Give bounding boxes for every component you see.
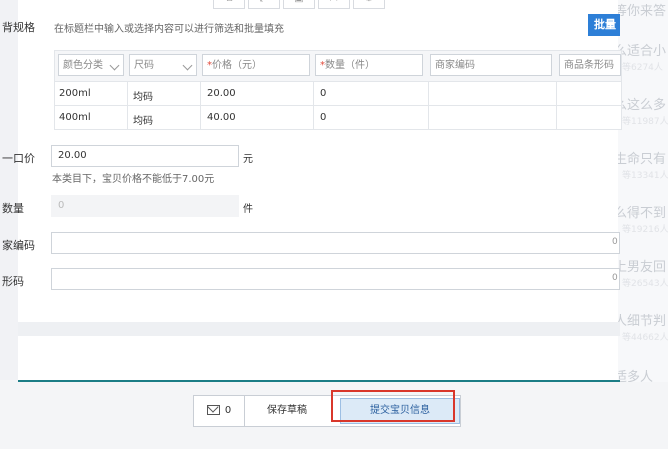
sku-price-cell[interactable]: 20.00 bbox=[207, 88, 236, 99]
background-question: 上男友回 bbox=[614, 260, 667, 275]
size-filter-label: 尺码 bbox=[134, 60, 154, 71]
save-icon[interactable]: ▣ bbox=[283, 0, 315, 9]
message-button[interactable]: 0 bbox=[194, 396, 244, 426]
barcode-batch-input[interactable]: 商品条形码 bbox=[559, 54, 621, 76]
color-filter-label: 颜色分类 bbox=[63, 60, 103, 71]
background-title: 等你来答 bbox=[614, 4, 667, 19]
sku-color-cell: 400ml bbox=[59, 112, 91, 123]
color-filter-select[interactable]: 颜色分类 bbox=[58, 54, 124, 76]
editor-toolbar: ⧉ ⤢ ▣ ⇱ ⚙ bbox=[213, 0, 388, 10]
price-column-label: 价格（元） bbox=[212, 60, 262, 71]
save-draft-button[interactable]: 保存草稿 bbox=[245, 396, 329, 426]
quantity-column-label: 数量（件） bbox=[325, 60, 375, 71]
quantity-unit: 件 bbox=[243, 204, 253, 215]
sales-spec-label: 背规格 bbox=[2, 21, 35, 34]
price-unit: 元 bbox=[243, 154, 253, 165]
price-batch-input[interactable]: *价格（元） bbox=[202, 54, 310, 76]
chevron-down-icon bbox=[182, 60, 193, 71]
merchant-code-label: 家编码 bbox=[2, 239, 35, 252]
submit-item-button[interactable]: 提交宝贝信息 bbox=[340, 398, 460, 424]
size-filter-select[interactable]: 尺码 bbox=[129, 54, 197, 76]
barcode-column-label: 商品条形码 bbox=[564, 60, 614, 71]
background-question: 生命只有 bbox=[614, 152, 667, 167]
merchant-code-batch-input[interactable]: 商家编码 bbox=[430, 54, 552, 76]
sku-quantity-cell[interactable]: 0 bbox=[320, 112, 326, 123]
batch-fill-button[interactable]: 批量 bbox=[588, 14, 620, 36]
merchant-code-counter: 0 bbox=[612, 237, 618, 247]
export-icon[interactable]: ⇱ bbox=[318, 0, 350, 9]
price-input[interactable]: 20.00 bbox=[51, 145, 239, 167]
mail-icon bbox=[206, 405, 220, 415]
background-question-meta: 等26543人 bbox=[622, 279, 668, 289]
quantity-batch-input[interactable]: *数量（件） bbox=[315, 54, 423, 76]
expand-icon[interactable]: ⤢ bbox=[248, 0, 280, 9]
sku-quantity-cell[interactable]: 0 bbox=[320, 88, 326, 99]
sku-table-header: 颜色分类 尺码 *价格（元） *数量（件） 商家编码 商品条形码 bbox=[55, 51, 621, 82]
sales-spec-hint: 在标题栏中输入或选择内容可以进行筛选和批量填充 bbox=[54, 24, 284, 35]
quantity-input: 0 bbox=[51, 195, 239, 217]
barcode-label: 形码 bbox=[2, 275, 24, 288]
price-hint: 本类目下，宝贝价格不能低于7.00元 bbox=[52, 174, 215, 185]
sku-size-cell: 均码 bbox=[133, 116, 153, 127]
section-divider bbox=[18, 322, 620, 336]
quantity-label: 数量 bbox=[2, 202, 24, 215]
chevron-down-icon bbox=[109, 60, 120, 71]
message-count: 0 bbox=[224, 405, 232, 416]
background-question-meta: 等6274人 bbox=[622, 63, 663, 73]
sku-table: 颜色分类 尺码 *价格（元） *数量（件） 商家编码 商品条形码 200ml 均… bbox=[54, 50, 622, 130]
copy-icon[interactable]: ⧉ bbox=[213, 0, 245, 9]
merchant-code-input[interactable] bbox=[51, 232, 620, 254]
barcode-counter: 0 bbox=[612, 273, 618, 283]
background-question: 人细节判 bbox=[614, 314, 667, 329]
sku-price-cell[interactable]: 40.00 bbox=[207, 112, 236, 123]
price-label: 一口价 bbox=[2, 152, 35, 165]
background-question-meta: 等19216人 bbox=[622, 225, 668, 235]
background-left-strip bbox=[0, 0, 18, 380]
background-question-meta: 等13341人 bbox=[622, 171, 668, 181]
sku-color-cell: 200ml bbox=[59, 88, 91, 99]
background-question-meta: 等11987人 bbox=[622, 117, 668, 127]
settings-icon[interactable]: ⚙ bbox=[353, 0, 385, 9]
merchant-code-column-label: 商家编码 bbox=[435, 60, 475, 71]
sku-size-cell: 均码 bbox=[133, 92, 153, 103]
background-question-meta: 等44662人 bbox=[622, 333, 668, 343]
background-question: 么得不到 bbox=[614, 206, 667, 221]
row-divider bbox=[55, 105, 621, 106]
barcode-input[interactable] bbox=[51, 268, 620, 290]
